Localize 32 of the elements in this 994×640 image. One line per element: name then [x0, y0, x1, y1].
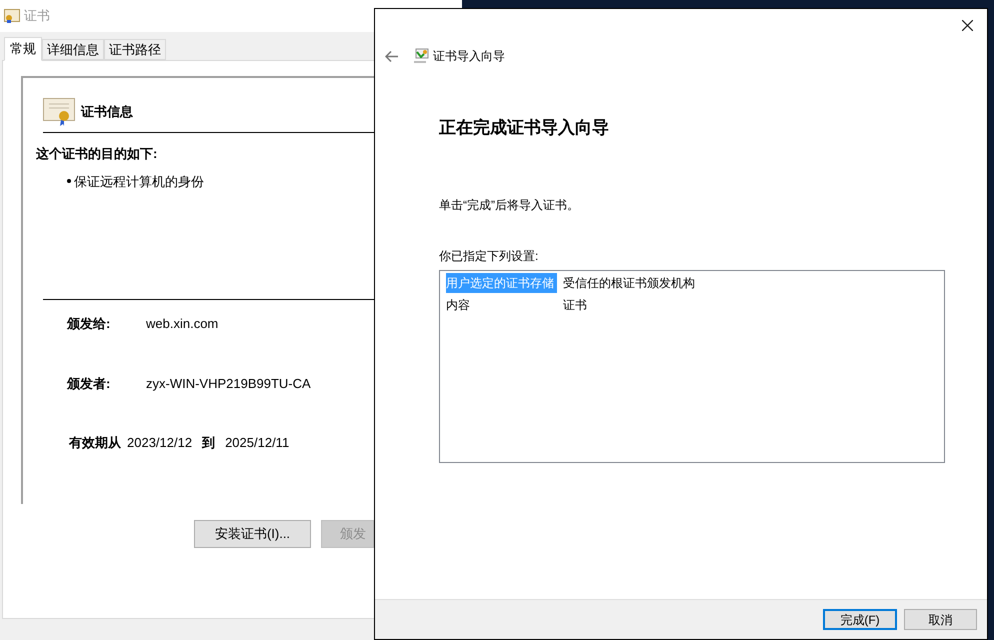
back-button[interactable]: [383, 48, 399, 64]
purpose-item: 保证远程计算机的身份: [74, 172, 204, 190]
dialog-button[interactable]: 完成(F): [823, 609, 897, 630]
back-arrow-icon: [384, 50, 398, 62]
dialog-button[interactable]: 安装证书(I)...: [194, 520, 311, 548]
dialog-button[interactable]: 取消: [904, 609, 977, 630]
wizard-message: 单击“完成”后将导入证书。: [439, 196, 580, 214]
purpose-title: 这个证书的目的如下:: [36, 145, 158, 163]
field-label: 有效期从: [69, 434, 121, 452]
certificate-wizard-icon: [413, 48, 429, 64]
tab[interactable]: 证书路径: [104, 39, 166, 60]
field-label: 颁发者:: [67, 374, 112, 392]
wizard-title: 证书导入向导: [433, 48, 505, 65]
setting-value: 证书: [563, 296, 587, 314]
field-value: 2025/12/11: [225, 434, 290, 452]
close-icon: [962, 20, 972, 30]
field-value: zyx-WIN-VHP219B99TU-CA: [146, 374, 311, 393]
wizard-heading: 正在完成证书导入向导: [439, 117, 610, 139]
certificate-icon: [43, 98, 75, 126]
settings-label: 你已指定下列设置:: [439, 248, 540, 264]
field-value: web.xin.com: [146, 315, 218, 333]
setting-name[interactable]: 内容: [446, 294, 557, 314]
field-label: 颁发给:: [67, 315, 112, 333]
section-heading: 证书信息: [81, 103, 133, 122]
bullet-icon: [67, 179, 71, 184]
certificate-icon: [4, 9, 20, 23]
field-value: 2023/12/12: [127, 434, 192, 452]
field-label: 到: [202, 434, 216, 452]
window-title: 证书: [24, 7, 50, 26]
tab[interactable]: 详细信息: [42, 39, 104, 60]
setting-value: 受信任的根证书颁发机构: [563, 274, 695, 292]
tab[interactable]: 常规: [4, 37, 42, 61]
